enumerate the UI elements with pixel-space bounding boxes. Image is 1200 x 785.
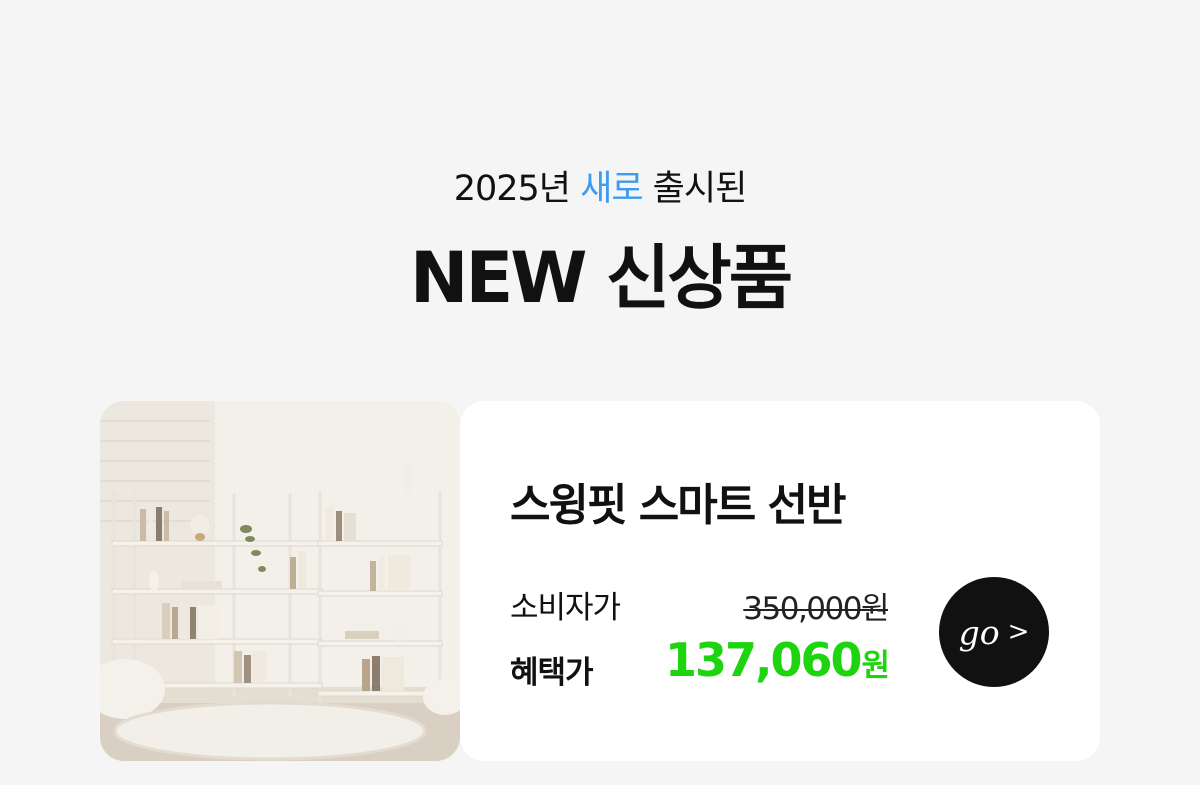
retail-price-label: 소비자가 <box>510 590 621 626</box>
sale-price-unit: 원 <box>861 648 889 684</box>
subtitle-year: 2025년 <box>453 169 571 209</box>
product-name: 스윙핏 스마트 선반 <box>510 480 846 531</box>
subtitle-accent: 새로 <box>580 169 643 209</box>
go-button[interactable]: go > <box>939 577 1049 687</box>
go-button-label: go <box>958 612 1000 652</box>
retail-price: 350,000원 <box>743 591 889 627</box>
header-subtitle: 2025년 새로 출시된 <box>0 160 1200 211</box>
chevron-right-icon: > <box>1007 617 1030 647</box>
shelf-photo-illustration <box>100 401 460 761</box>
page-title: NEW 신상품 <box>409 237 793 319</box>
sale-price-number: 137,060 <box>664 633 863 687</box>
subtitle-released: 출시된 <box>652 169 748 209</box>
product-card[interactable]: 스윙핏 스마트 선반 소비자가 350,000원 혜택가 137,060원 go… <box>460 401 1100 761</box>
product-image[interactable] <box>100 401 460 761</box>
sale-price: 137,060원 <box>664 633 890 687</box>
sale-price-label: 혜택가 <box>510 655 594 691</box>
